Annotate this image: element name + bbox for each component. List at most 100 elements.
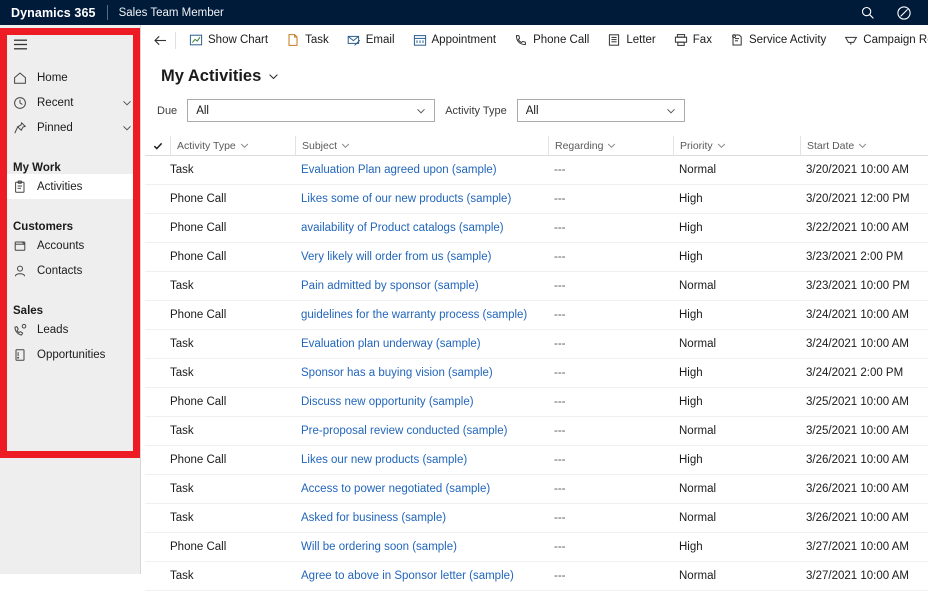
chevron-down-icon [717, 143, 725, 149]
cell-subject[interactable]: Agree to above in Sponsor letter (sample… [295, 570, 548, 582]
cell-subject[interactable]: Asked for business (sample) [295, 512, 548, 524]
phone-call-icon [515, 35, 526, 46]
command-email[interactable]: Email [338, 25, 404, 55]
column-header-activity-type[interactable]: Activity Type [170, 136, 295, 155]
chevron-down-icon [417, 108, 426, 114]
topbar-actions [860, 5, 912, 21]
sidebar-item-recent[interactable]: Recent [0, 90, 140, 115]
table-row[interactable]: Task Evaluation Plan agreed upon (sample)… [145, 156, 928, 185]
site-map-toggle[interactable] [0, 29, 140, 59]
command-appointment[interactable]: Appointment [404, 25, 506, 55]
chevron-down-icon [341, 143, 350, 149]
sidebar-item-label: Activities [37, 180, 83, 193]
assistant-icon[interactable] [896, 5, 912, 21]
cell-regarding: --- [554, 541, 566, 553]
cell-regarding: --- [554, 222, 566, 234]
cell-regarding: --- [554, 396, 566, 408]
cell-type: Task [170, 338, 194, 350]
table-row[interactable]: Phone Call availability of Product catalo… [145, 214, 928, 243]
cell-start_date: 3/25/2021 10:00 AM [806, 425, 909, 437]
cell-subject[interactable]: Discuss new opportunity (sample) [295, 396, 548, 408]
email-icon [347, 35, 360, 46]
command-service-activity[interactable]: Service Activity [721, 25, 835, 55]
cell-subject[interactable]: Pre-proposal review conducted (sample) [295, 425, 548, 437]
clock-icon [13, 96, 27, 110]
sidebar-item-home[interactable]: Home [0, 65, 140, 90]
cell-priority: Normal [679, 164, 717, 176]
cell-start_date: 3/24/2021 10:00 AM [806, 309, 909, 321]
sidebar-item-activities[interactable]: Activities [0, 174, 140, 199]
sidebar-item-leads[interactable]: Leads [0, 317, 140, 342]
cell-subject[interactable]: Sponsor has a buying vision (sample) [295, 367, 548, 379]
cell-subject[interactable]: Will be ordering soon (sample) [295, 541, 548, 553]
activity-type-filter[interactable]: All [516, 99, 685, 122]
command-fax[interactable]: Fax [665, 25, 721, 55]
cell-regarding: --- [554, 512, 566, 524]
cell-subject[interactable]: Likes our new products (sample) [295, 454, 548, 466]
chevron-down-icon [859, 143, 867, 149]
cell-start_date: 3/23/2021 2:00 PM [806, 251, 904, 263]
sidebar-item-pinned[interactable]: Pinned [0, 115, 140, 140]
back-button[interactable] [145, 25, 175, 55]
cell-start_date: 3/27/2021 10:00 AM [806, 570, 909, 582]
table-row[interactable]: Task Access to power negotiated (sample) -… [145, 475, 928, 504]
cell-type: Task [170, 570, 194, 582]
table-row[interactable]: Phone Call Very likely will order from us… [145, 243, 928, 272]
sidebar-item-opportunities[interactable]: Opportunities [0, 342, 140, 367]
command-task[interactable]: Task [277, 25, 338, 55]
table-row[interactable]: Task Pain admitted by sponsor (sample) ---… [145, 272, 928, 301]
cell-subject[interactable]: guidelines for the warranty process (sam… [295, 309, 548, 321]
column-header-priority[interactable]: Priority [673, 136, 800, 155]
chevron-down-icon [666, 108, 675, 114]
table-row[interactable]: Task Sponsor has a buying vision (sample)… [145, 359, 928, 388]
command-show-chart[interactable]: Show Chart [180, 25, 277, 55]
view-selector[interactable]: My Activities [161, 67, 928, 86]
command-letter[interactable]: Letter [598, 25, 664, 55]
cell-start_date: 3/26/2021 10:00 AM [806, 512, 909, 524]
chevron-down-icon[interactable] [122, 98, 132, 108]
table-row[interactable]: Task Asked for business (sample) --- Normal… [145, 504, 928, 533]
cell-subject[interactable]: Evaluation Plan agreed upon (sample) [295, 164, 548, 176]
sidebar-item-contacts[interactable]: Contacts [0, 258, 140, 283]
cell-priority: Normal [679, 425, 717, 437]
due-filter[interactable]: All [187, 99, 436, 122]
sidebar-group-customers: Customers [13, 221, 74, 233]
brand-label[interactable]: Dynamics 365 [11, 6, 96, 20]
cell-start_date: 3/24/2021 2:00 PM [806, 367, 904, 379]
table-row[interactable]: Phone Call guidelines for the warranty pr… [145, 301, 928, 330]
cell-priority: High [679, 193, 703, 205]
cell-subject[interactable]: Likes some of our new products (sample) [295, 193, 548, 205]
command-label: Phone Call [533, 34, 590, 46]
command-phone-call[interactable]: Phone Call [505, 25, 598, 55]
checkmark-icon [153, 142, 162, 150]
sidebar-item-accounts[interactable]: Accounts [0, 233, 140, 258]
cell-subject[interactable]: Pain admitted by sponsor (sample) [295, 280, 548, 292]
table-row[interactable]: Task Agree to above in Sponsor letter (sa… [145, 562, 928, 591]
app-name-label[interactable]: Sales Team Member [119, 7, 224, 19]
column-header-start-date[interactable]: Start Date [800, 136, 928, 155]
activities-grid: Activity Type Subject Regarding Priority… [145, 136, 928, 591]
table-row[interactable]: Task Evaluation plan underway (sample) ---… [145, 330, 928, 359]
page-title: My Activities [161, 67, 262, 85]
column-header-subject[interactable]: Subject [295, 136, 548, 155]
search-icon[interactable] [860, 5, 876, 21]
column-header-regarding[interactable]: Regarding [548, 136, 673, 155]
cell-subject[interactable]: Very likely will order from us (sample) [295, 251, 548, 263]
cell-start_date: 3/20/2021 10:00 AM [806, 164, 909, 176]
cell-subject[interactable]: Evaluation plan underway (sample) [295, 338, 548, 350]
fax-icon [674, 34, 687, 46]
table-row[interactable]: Phone Call Likes some of our new products… [145, 185, 928, 214]
table-row[interactable]: Phone Call Will be ordering soon (sample)… [145, 533, 928, 562]
campaign-response-icon [845, 36, 858, 45]
table-row[interactable]: Task Pre-proposal review conducted (sampl… [145, 417, 928, 446]
command-label: Email [365, 34, 395, 46]
cell-subject[interactable]: Access to power negotiated (sample) [295, 483, 548, 495]
table-row[interactable]: Phone Call Discuss new opportunity (sampl… [145, 388, 928, 417]
select-all-checkbox[interactable] [145, 141, 170, 151]
cell-subject[interactable]: availability of Product catalogs (sample… [295, 222, 548, 234]
cell-type: Task [170, 483, 194, 495]
sidebar-item-label: Accounts [37, 239, 85, 252]
command-campaign-response[interactable]: Campaign Response [835, 25, 928, 55]
chevron-down-icon[interactable] [122, 123, 132, 133]
table-row[interactable]: Phone Call Likes our new products (sample… [145, 446, 928, 475]
